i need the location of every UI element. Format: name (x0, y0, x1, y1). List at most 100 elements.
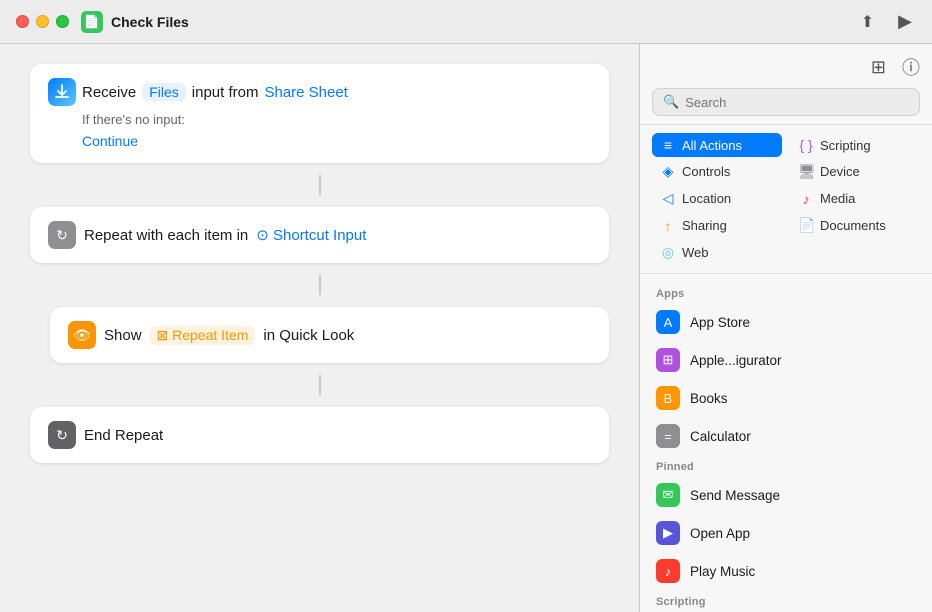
receive-label: Receive (82, 84, 136, 101)
shortcut-input-link[interactable]: ⊙ Shortcut Input (256, 226, 366, 244)
share-button[interactable]: ⬆ (857, 8, 878, 36)
apps-section-header: Apps (640, 282, 932, 303)
calculator-label: Calculator (690, 429, 751, 444)
books-icon: B (656, 386, 680, 410)
divider-3 (319, 375, 321, 395)
show-label-pre: Show (104, 327, 142, 344)
device-icon: 🖥 (798, 163, 814, 180)
documents-icon: 📄 (798, 217, 814, 234)
action-apple-igurator[interactable]: ⊞ Apple...igurator (640, 341, 932, 379)
action-app-store[interactable]: A App Store (640, 303, 932, 341)
share-icon: ⬆ (861, 12, 874, 32)
repeat-icon: ↻ (48, 221, 76, 249)
cat-controls[interactable]: ◈ Controls (652, 159, 782, 184)
cat-sharing-label: Sharing (682, 218, 727, 233)
action-calculator[interactable]: = Calculator (640, 417, 932, 455)
window-title: Check Files (111, 14, 857, 30)
calculator-icon: = (656, 424, 680, 448)
cat-web[interactable]: ◎ Web (652, 240, 782, 265)
play-icon: ▶ (898, 11, 912, 32)
media-icon: ♪ (798, 191, 814, 207)
cat-location[interactable]: ◁ Location (652, 186, 782, 211)
cat-device[interactable]: 🖥 Device (790, 159, 920, 184)
cat-web-label: Web (682, 245, 709, 260)
repeat-item-pill[interactable]: ⊠ Repeat Item (150, 326, 256, 345)
app-store-icon: A (656, 310, 680, 334)
app-store-label: App Store (690, 315, 750, 330)
play-music-icon: ♪ (656, 559, 680, 583)
send-message-icon: ✉ (656, 483, 680, 507)
cat-scripting[interactable]: { } Scripting (790, 133, 920, 157)
cat-scripting-label: Scripting (820, 138, 871, 153)
main-area: Receive Files input from Share Sheet If … (0, 44, 932, 612)
close-button[interactable] (16, 15, 29, 28)
show-block: 👁 Show ⊠ Repeat Item in Quick Look (50, 307, 609, 363)
search-icon: 🔍 (663, 94, 679, 110)
cat-sharing[interactable]: ↑ Sharing (652, 213, 782, 238)
controls-icon: ◈ (660, 163, 676, 180)
gallery-button[interactable]: ⊞ (871, 54, 886, 80)
minimize-button[interactable] (36, 15, 49, 28)
scripting-icon: { } (798, 137, 814, 153)
apple-igurator-icon: ⊞ (656, 348, 680, 372)
play-button[interactable]: ▶ (894, 7, 916, 36)
cat-location-label: Location (682, 191, 731, 206)
files-pill[interactable]: Files (142, 83, 186, 101)
location-icon: ◁ (660, 190, 676, 207)
info-icon: ⓘ (902, 58, 920, 78)
titlebar: 📄 Check Files ⬆ ▶ (0, 0, 932, 44)
receive-icon (48, 78, 76, 106)
cat-media[interactable]: ♪ Media (790, 186, 920, 211)
divider-1 (319, 175, 321, 195)
apple-igurator-label: Apple...igurator (690, 353, 782, 368)
search-bar: 🔍 (652, 88, 920, 116)
titlebar-actions: ⬆ ▶ (857, 7, 916, 36)
traffic-lights (16, 15, 69, 28)
cat-documents[interactable]: 📄 Documents (790, 213, 920, 238)
end-repeat-label: End Repeat (84, 427, 163, 444)
pinned-section-header: Pinned (640, 455, 932, 476)
action-open-app[interactable]: ▶ Open App (640, 514, 932, 552)
all-actions-icon: ≡ (660, 137, 676, 153)
repeat-label: Repeat with each item in (84, 227, 248, 244)
cat-all-actions[interactable]: ≡ All Actions (652, 133, 782, 157)
workflow-panel: Receive Files input from Share Sheet If … (0, 44, 640, 612)
sharing-icon: ↑ (660, 218, 676, 234)
gallery-icon: ⊞ (871, 57, 886, 77)
end-repeat-block: ↻ End Repeat (30, 407, 609, 463)
info-button[interactable]: ⓘ (902, 54, 920, 80)
right-header-top: ⊞ ⓘ (652, 54, 920, 80)
input-from-label: input from (192, 84, 259, 101)
category-tabs: ≡ All Actions { } Scripting ◈ Controls 🖥… (640, 125, 932, 274)
maximize-button[interactable] (56, 15, 69, 28)
send-message-label: Send Message (690, 488, 780, 503)
cat-all-actions-label: All Actions (682, 138, 742, 153)
show-icon: 👁 (68, 321, 96, 349)
action-books[interactable]: B Books (640, 379, 932, 417)
search-input[interactable] (685, 95, 909, 110)
open-app-icon: ▶ (656, 521, 680, 545)
right-header: ⊞ ⓘ 🔍 (640, 44, 932, 125)
books-label: Books (690, 391, 728, 406)
right-panel: ⊞ ⓘ 🔍 ≡ All Actions { } Scripting (640, 44, 932, 612)
receive-block: Receive Files input from Share Sheet If … (30, 64, 609, 163)
no-input-label: If there's no input: (82, 112, 185, 127)
scripting-section-header: Scripting (640, 590, 932, 611)
cat-media-label: Media (820, 191, 855, 206)
open-app-label: Open App (690, 526, 750, 541)
continue-link[interactable]: Continue (82, 133, 138, 149)
action-list: Apps A App Store ⊞ Apple...igurator B Bo… (640, 274, 932, 612)
end-repeat-icon: ↻ (48, 421, 76, 449)
cat-documents-label: Documents (820, 218, 886, 233)
play-music-label: Play Music (690, 564, 755, 579)
show-label-post: in Quick Look (263, 327, 354, 344)
action-play-music[interactable]: ♪ Play Music (640, 552, 932, 590)
divider-2 (319, 275, 321, 295)
repeat-block: ↻ Repeat with each item in ⊙ Shortcut In… (30, 207, 609, 263)
share-sheet-link[interactable]: Share Sheet (264, 84, 347, 101)
app-icon: 📄 (81, 11, 103, 33)
cat-device-label: Device (820, 164, 860, 179)
cat-controls-label: Controls (682, 164, 730, 179)
web-icon: ◎ (660, 244, 676, 261)
action-send-message[interactable]: ✉ Send Message (640, 476, 932, 514)
